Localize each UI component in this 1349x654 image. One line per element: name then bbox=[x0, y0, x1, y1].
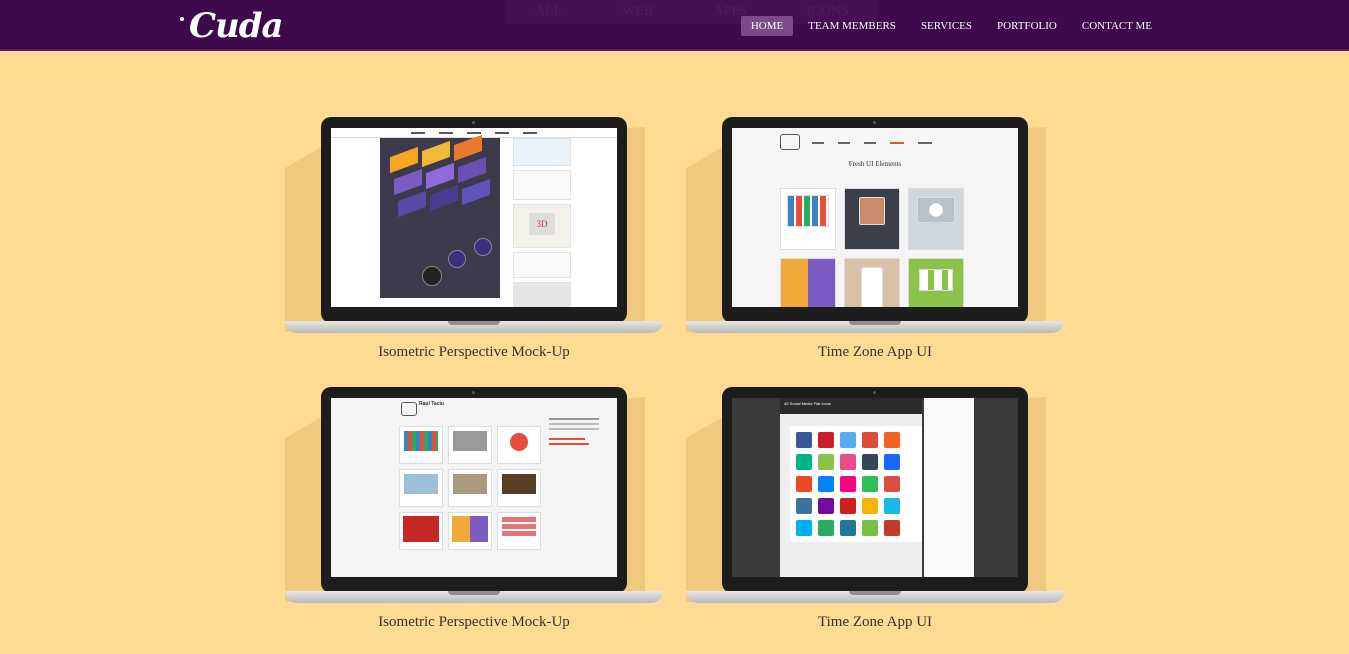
portfolio-caption[interactable]: Isometric Perspective Mock-Up bbox=[285, 344, 663, 361]
portfolio-item[interactable]: Raul Taciu Isometric Perspective Mock-Up bbox=[285, 387, 663, 647]
nav-team-members[interactable]: TEAM MEMBERS bbox=[798, 16, 906, 36]
site-logo[interactable]: Cuda bbox=[189, 6, 284, 46]
social-icon-grid bbox=[790, 426, 922, 542]
tumblr-icon bbox=[862, 454, 878, 470]
portfolio-caption[interactable]: Time Zone App UI bbox=[686, 614, 1064, 631]
beats-icon bbox=[884, 520, 900, 536]
camera-dot bbox=[472, 121, 475, 124]
laptop-screen-bezel: 3D bbox=[321, 117, 627, 323]
rss-icon bbox=[884, 432, 900, 448]
laptop-screen-bezel: Fresh UI Elements bbox=[722, 117, 1028, 323]
nav-services[interactable]: SERVICES bbox=[911, 16, 982, 36]
wordpress-icon bbox=[840, 520, 856, 536]
mini-logo-icon bbox=[401, 402, 417, 416]
laptop-screen: 40 Social Media Flat Icons bbox=[732, 398, 1018, 577]
google-plus-icon bbox=[862, 432, 878, 448]
sidebar-thumbs: 3D bbox=[513, 138, 571, 307]
profile-sidebar bbox=[549, 418, 599, 445]
flickr-icon bbox=[840, 476, 856, 492]
kik-icon bbox=[862, 520, 878, 536]
portfolio-item[interactable]: Fresh UI Elements Time Zone App UI bbox=[686, 117, 1064, 377]
camera-dot bbox=[873, 391, 876, 394]
shot-grid bbox=[399, 426, 545, 550]
facebook-icon bbox=[796, 432, 812, 448]
logo-bullet bbox=[180, 17, 184, 21]
twitter-icon bbox=[840, 432, 856, 448]
blogger-icon bbox=[818, 454, 834, 470]
camera-dot bbox=[873, 121, 876, 124]
foursquare-icon bbox=[862, 498, 878, 514]
laptop-screen: 3D bbox=[331, 128, 617, 307]
stack-icon bbox=[884, 476, 900, 492]
main-nav: HOME TEAM MEMBERS SERVICES PORTFOLIO CON… bbox=[736, 16, 1162, 36]
vimeo-icon bbox=[884, 498, 900, 514]
camera-dot bbox=[472, 391, 475, 394]
yahoo-icon bbox=[818, 498, 834, 514]
isometric-mockup-image bbox=[380, 134, 500, 298]
thumbnail-grid bbox=[780, 188, 972, 307]
portfolio-item[interactable]: 3D Isometric Perspective Mock-Up bbox=[285, 117, 663, 377]
youtube-icon bbox=[840, 498, 856, 514]
laptop-notch bbox=[849, 591, 901, 595]
dropbox-icon bbox=[818, 476, 834, 492]
nav-portfolio[interactable]: PORTFOLIO bbox=[987, 16, 1067, 36]
top-navbar: ALL WEB APPS ICONS Cuda HOME TEAM MEMBER… bbox=[0, 0, 1349, 51]
laptop-notch bbox=[849, 321, 901, 325]
shot-title: 40 Social Media Flat Icons bbox=[784, 401, 831, 406]
screen-heading: Fresh UI Elements bbox=[848, 160, 902, 168]
portfolio-item[interactable]: 40 Social Media Flat Icons Time Zone App… bbox=[686, 387, 1064, 647]
share-icon bbox=[818, 520, 834, 536]
portfolio-caption[interactable]: Time Zone App UI bbox=[686, 344, 1064, 361]
laptop-screen-bezel: 40 Social Media Flat Icons bbox=[722, 387, 1028, 593]
filter-web[interactable]: WEB bbox=[592, 0, 684, 24]
skype-icon bbox=[796, 520, 812, 536]
pinterest-icon bbox=[818, 432, 834, 448]
dribbble-icon bbox=[840, 454, 856, 470]
nav-contact-me[interactable]: CONTACT ME bbox=[1072, 16, 1162, 36]
shot-sidebar bbox=[924, 398, 974, 577]
filter-all[interactable]: ALL bbox=[505, 0, 593, 24]
portfolio-caption[interactable]: Isometric Perspective Mock-Up bbox=[285, 614, 663, 631]
nav-home[interactable]: HOME bbox=[740, 16, 794, 36]
stumbleupon-icon bbox=[796, 476, 812, 492]
behance-icon bbox=[884, 454, 900, 470]
laptop-screen: Raul Taciu bbox=[331, 398, 617, 577]
instagram-icon bbox=[796, 498, 812, 514]
laptop-notch bbox=[448, 321, 500, 325]
laptop-screen: Fresh UI Elements bbox=[732, 128, 1018, 307]
profile-name: Raul Taciu bbox=[419, 401, 444, 407]
mini-logo-icon bbox=[780, 134, 800, 150]
vine-icon bbox=[796, 454, 812, 470]
mini-nav bbox=[812, 142, 932, 144]
laptop-notch bbox=[448, 591, 500, 595]
laptop-screen-bezel: Raul Taciu bbox=[321, 387, 627, 593]
vk-icon bbox=[862, 476, 878, 492]
